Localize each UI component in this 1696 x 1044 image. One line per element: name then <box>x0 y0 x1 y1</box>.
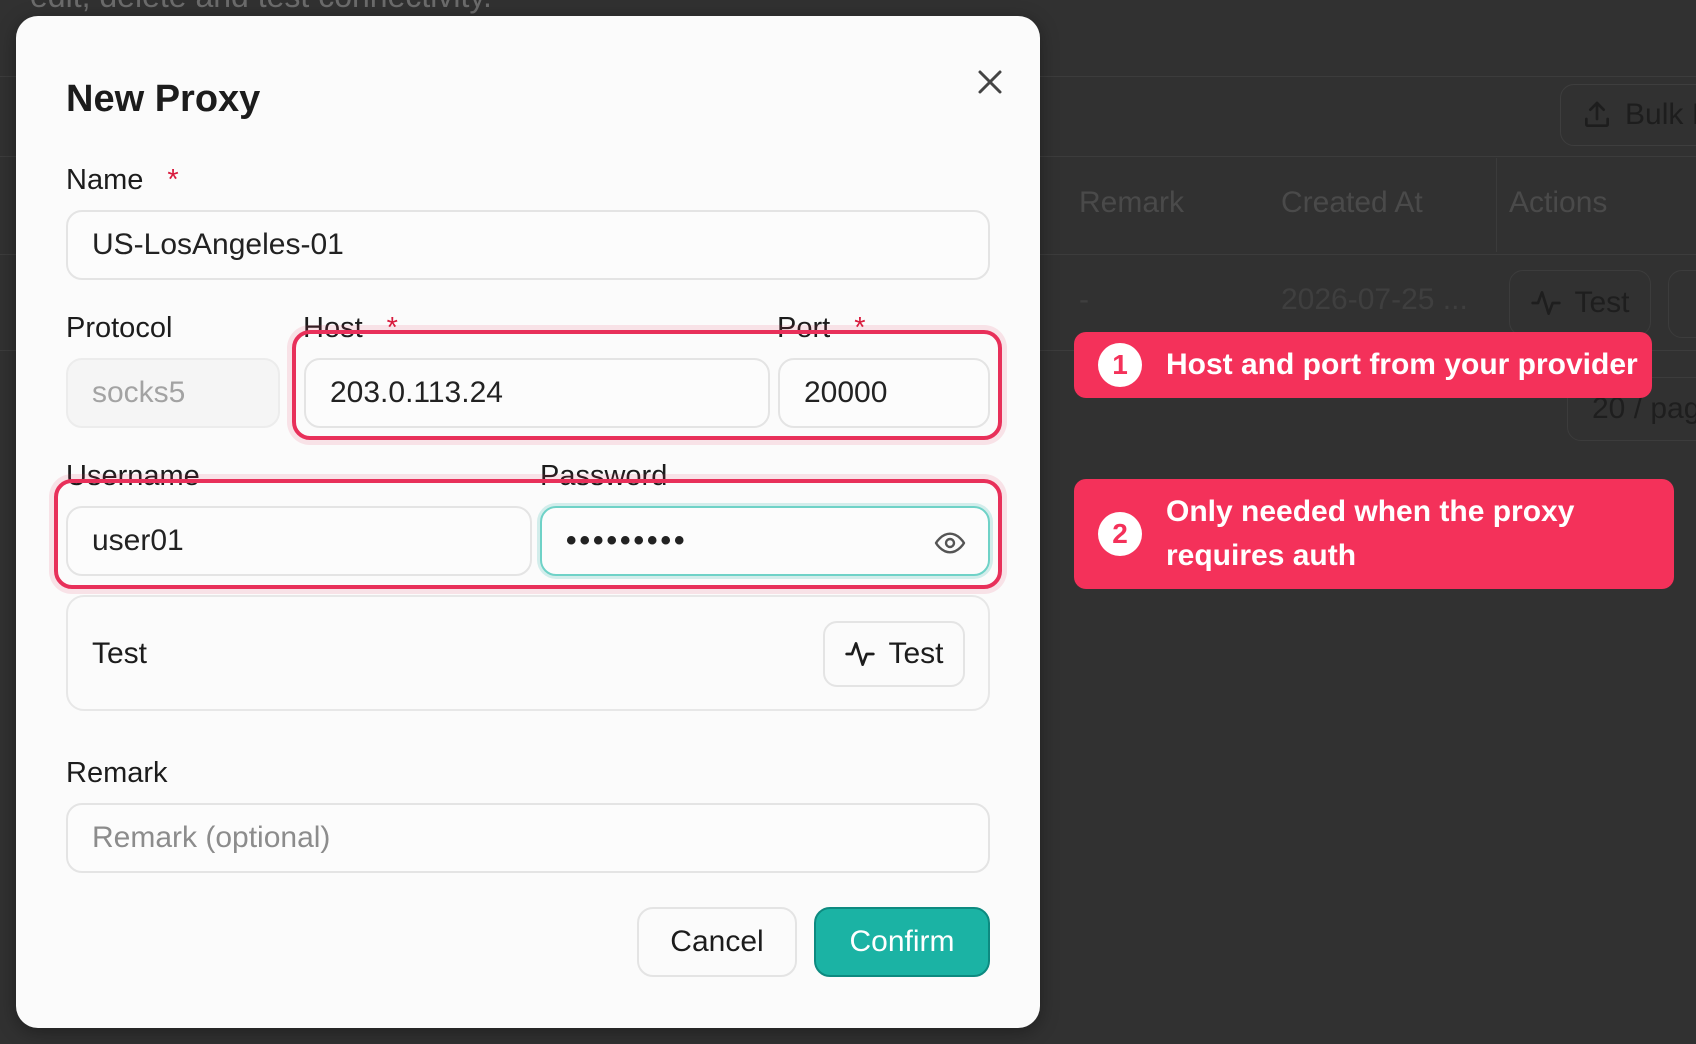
new-proxy-dialog: New Proxy Name * US-LosAngeles-01 Protoco… <box>16 16 1040 1028</box>
test-section-label: Test <box>92 637 148 670</box>
column-header-actions: Actions <box>1509 186 1608 219</box>
callout-host-port: 1 Host and port from your provider <box>1074 332 1652 398</box>
test-button-label: Test <box>888 637 944 670</box>
test-section: Test Test <box>66 595 990 711</box>
confirm-button[interactable]: Confirm <box>814 907 990 977</box>
page-subtitle: edit, delete and test connectivity. <box>30 0 492 15</box>
column-header-created-at: Created At <box>1281 186 1423 219</box>
callout-auth: 2 Only needed when the proxy requires au… <box>1074 479 1674 589</box>
cancel-button[interactable]: Cancel <box>637 907 797 977</box>
bulk-import-label: Bulk I <box>1625 98 1696 131</box>
host-input[interactable]: 203.0.113.24 <box>304 358 770 428</box>
protocol-select[interactable]: socks5 <box>66 358 280 428</box>
callout-text: Host and port from your provider <box>1166 348 1638 381</box>
callout-text: Only needed when the proxy requires auth <box>1166 495 1575 572</box>
protocol-label: Protocol <box>66 312 173 344</box>
row-remark: - <box>1079 283 1089 316</box>
column-separator <box>1496 158 1497 252</box>
name-input[interactable]: US-LosAngeles-01 <box>66 210 990 280</box>
column-header-remark: Remark <box>1079 186 1185 219</box>
row-test-button[interactable]: Test <box>1509 270 1651 336</box>
upload-icon <box>1585 101 1609 127</box>
callout-number: 2 <box>1098 512 1142 556</box>
activity-icon <box>845 642 876 666</box>
activity-icon <box>1531 291 1562 315</box>
eye-icon[interactable] <box>934 527 966 559</box>
callout-number: 1 <box>1098 343 1142 387</box>
row-edit-button[interactable] <box>1668 270 1696 338</box>
required-mark: * <box>167 164 179 196</box>
username-input[interactable]: user01 <box>66 506 532 576</box>
close-icon <box>978 70 1002 94</box>
row-created-at: 2026-07-25 ... <box>1281 283 1468 316</box>
name-label: Name * <box>66 164 179 197</box>
remark-input[interactable]: Remark (optional) <box>66 803 990 873</box>
close-button[interactable] <box>970 62 1010 102</box>
test-connection-button[interactable]: Test <box>823 621 965 687</box>
port-input[interactable]: 20000 <box>778 358 990 428</box>
name-label-text: Name <box>66 164 144 196</box>
remark-label: Remark <box>66 757 168 789</box>
bulk-import-button[interactable]: Bulk I <box>1560 84 1696 146</box>
password-input[interactable]: ••••••••• <box>540 506 990 576</box>
dialog-title: New Proxy <box>66 78 261 120</box>
password-value: ••••••••• <box>566 524 688 557</box>
row-test-label: Test <box>1574 286 1630 319</box>
